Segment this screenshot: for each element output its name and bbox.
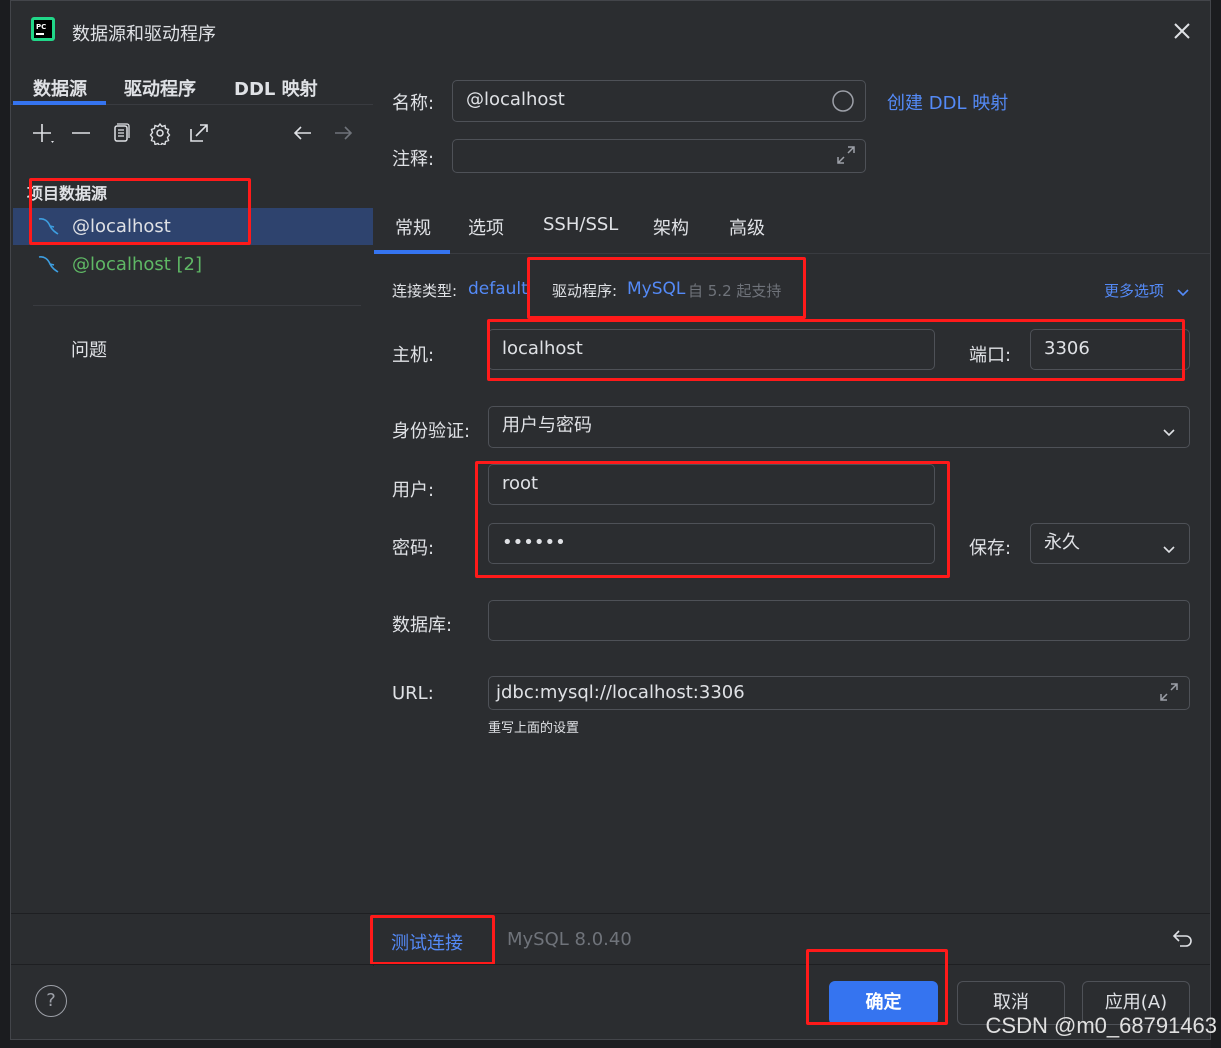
save-label: 保存: <box>969 538 1012 559</box>
server-version-text: MySQL 8.0.40 <box>507 929 632 950</box>
copy-icon[interactable] <box>109 121 133 145</box>
problems-item[interactable]: 问题 <box>71 336 107 362</box>
tree-item-localhost-2[interactable]: @localhost [2] <box>72 254 202 275</box>
watermark-text: CSDN @m0_68791463 <box>985 1013 1217 1038</box>
more-options-link[interactable]: 更多选项 <box>1104 280 1164 301</box>
chevron-down-icon <box>1162 540 1176 554</box>
user-label: 用户: <box>392 480 435 501</box>
test-connection-link[interactable]: 测试连接 <box>391 929 463 955</box>
tree-item-label: @localhost <box>72 216 171 237</box>
ok-button[interactable]: 确定 <box>829 981 938 1025</box>
host-label: 主机: <box>392 345 435 366</box>
tab-options[interactable]: 选项 <box>468 214 504 240</box>
forward-arrow-icon[interactable] <box>331 121 355 145</box>
port-input[interactable]: 3306 <box>1030 329 1190 370</box>
name-label: 名称: <box>392 93 435 114</box>
save-select-value: 永久 <box>1044 532 1080 553</box>
create-ddl-mapping-link[interactable]: 创建 DDL 映射 <box>887 89 1008 115</box>
data-sources-dialog: PC 数据源和驱动程序 数据源 驱动程序 DDL 映射 项目数据源 @local… <box>10 0 1211 1040</box>
tab-drivers[interactable]: 驱动程序 <box>124 75 196 101</box>
tab-data-sources[interactable]: 数据源 <box>33 75 87 101</box>
undo-icon[interactable] <box>1171 926 1195 950</box>
tab-advanced[interactable]: 高级 <box>729 214 765 240</box>
active-sub-tab-indicator <box>374 250 450 254</box>
name-input[interactable]: @localhost <box>452 80 866 122</box>
window-title: 数据源和驱动程序 <box>72 24 216 45</box>
tab-schemas[interactable]: 架构 <box>653 214 689 240</box>
help-button[interactable]: ? <box>35 985 67 1017</box>
auth-select-value: 用户与密码 <box>502 415 592 436</box>
chevron-down-icon <box>1162 423 1176 437</box>
tab-general[interactable]: 常规 <box>395 214 431 240</box>
user-input[interactable]: root <box>488 464 935 505</box>
password-label: 密码: <box>392 538 435 559</box>
svg-text:PC: PC <box>36 23 46 31</box>
url-label: URL: <box>392 683 434 704</box>
sub-tabs-divider <box>374 253 1210 254</box>
connection-type-value[interactable]: default <box>468 279 528 299</box>
url-override-hint: 重写上面的设置 <box>488 721 580 736</box>
database-label: 数据库: <box>392 615 453 636</box>
name-input-value: @localhost <box>466 89 565 110</box>
remove-icon[interactable] <box>69 121 93 145</box>
auth-select[interactable]: 用户与密码 <box>488 406 1190 448</box>
driver-support-note: 自 5.2 起支持 <box>688 282 782 300</box>
footer-divider <box>11 964 1210 965</box>
expand-icon[interactable] <box>1158 681 1180 703</box>
connection-type-label: 连接类型: <box>392 282 458 300</box>
color-picker-circle-icon[interactable] <box>831 89 855 113</box>
driver-value-link[interactable]: MySQL <box>627 279 685 299</box>
comment-label: 注释: <box>392 149 435 170</box>
expand-icon[interactable] <box>835 144 857 166</box>
password-input[interactable]: •••••• <box>488 523 935 564</box>
password-input-value: •••••• <box>502 532 566 553</box>
mysql-dolphin-icon <box>36 215 60 237</box>
jump-to-icon[interactable] <box>187 121 211 145</box>
host-input-value: localhost <box>502 338 583 359</box>
chevron-down-icon[interactable] <box>1176 283 1190 297</box>
user-input-value: root <box>502 473 539 494</box>
comment-input[interactable] <box>452 139 866 173</box>
project-data-sources-header: 项目数据源 <box>27 184 108 203</box>
tree-divider <box>33 305 361 306</box>
tree-item-localhost[interactable] <box>13 208 373 245</box>
host-input[interactable]: localhost <box>488 329 935 370</box>
active-tab-indicator <box>13 101 106 105</box>
port-label: 端口: <box>969 345 1012 366</box>
auth-label: 身份验证: <box>392 421 471 442</box>
url-input[interactable]: jdbc:mysql://localhost:3306 <box>488 676 1190 710</box>
add-icon[interactable] <box>31 121 55 145</box>
tab-ddl-mappings[interactable]: DDL 映射 <box>234 75 318 101</box>
background-ide-strip-right <box>1211 0 1221 1048</box>
mysql-dolphin-icon <box>36 253 60 275</box>
driver-label: 驱动程序: <box>552 282 618 300</box>
pycharm-logo-icon: PC <box>31 17 55 41</box>
background-ide-strip <box>0 0 10 1048</box>
settings-gear-icon[interactable] <box>148 121 172 148</box>
port-input-value: 3306 <box>1044 338 1090 359</box>
url-input-value: jdbc:mysql://localhost:3306 <box>496 682 745 703</box>
close-icon[interactable] <box>1168 17 1196 45</box>
back-arrow-icon[interactable] <box>291 121 315 145</box>
tab-ssh-ssl[interactable]: SSH/SSL <box>543 214 618 235</box>
title-bar: PC 数据源和驱动程序 <box>11 1 1210 63</box>
database-input[interactable] <box>488 600 1190 641</box>
